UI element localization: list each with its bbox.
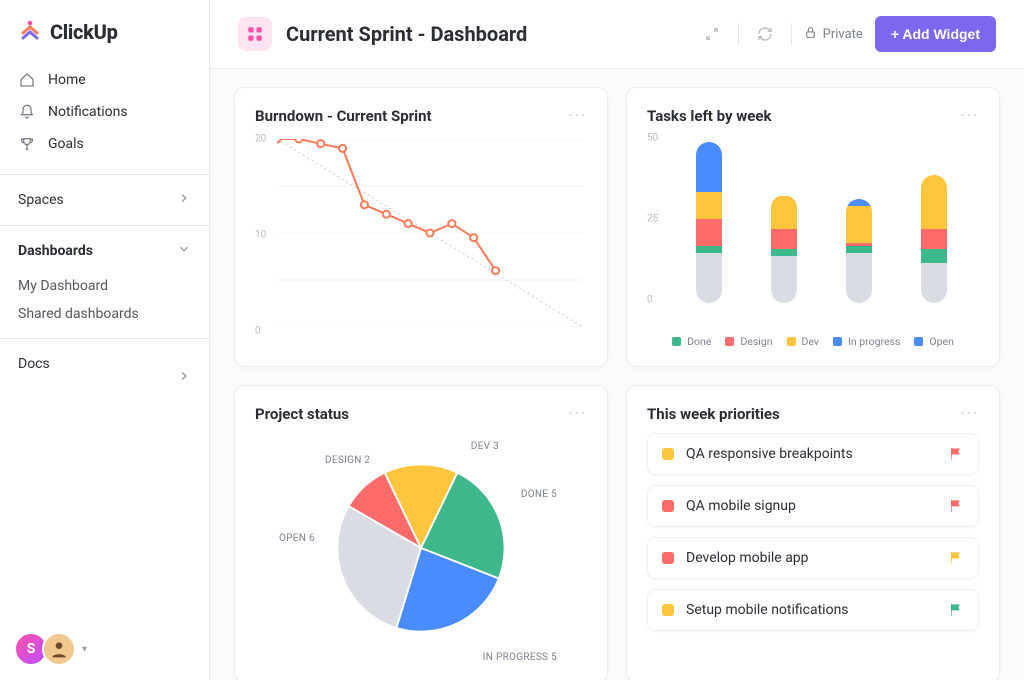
card-more-icon[interactable]: ··· [960,404,979,423]
chevron-right-icon [177,191,191,209]
flag-icon[interactable] [948,550,964,566]
flag-icon[interactable] [948,602,964,618]
home-icon [18,72,36,88]
avatar-switcher[interactable]: S ▾ [14,632,87,666]
pie-label-dev: DEV 3 [471,441,499,452]
logo-area: ClickUp [0,0,209,60]
brand-name: ClickUp [50,20,118,44]
privacy-indicator[interactable]: Private [804,26,863,43]
card-tasks-left: Tasks left by week ··· 50 25 0 Done Desig… [626,87,1000,367]
nav-notifications[interactable]: Notifications [0,96,209,128]
project-status-chart: DESIGN 2 DEV 3 DONE 5 OPEN 6 IN PROGRESS… [255,433,587,663]
primary-nav: Home Notifications Goals [0,60,209,170]
lock-icon [804,26,817,43]
card-more-icon[interactable]: ··· [960,106,979,125]
chart-legend: Done Design Dev In progress Open [647,335,979,348]
trophy-icon [18,136,36,152]
nav-goals[interactable]: Goals [0,128,209,160]
pie-label-open: OPEN 6 [279,533,315,544]
nav-home-label: Home [48,72,86,88]
bell-icon [18,104,36,120]
chevron-right-icon [177,369,191,387]
status-dot [662,448,674,460]
section-dashboards-label: Dashboards [18,243,93,259]
main: Current Sprint - Dashboard Private + Add… [210,0,1024,680]
topbar-left: Current Sprint - Dashboard [238,17,527,51]
sidebar-item-shared-dashboards[interactable]: Shared dashboards [0,300,209,328]
priority-label: Setup mobile notifications [686,602,936,618]
legend-item: Open [914,335,954,348]
user-avatar [42,632,76,666]
bar [696,142,722,303]
bar [771,195,797,303]
card-burndown: Burndown - Current Sprint ··· 20 10 0 [234,87,608,367]
card-project-status: Project status ··· DESIGN 2 DEV 3 DONE 5… [234,385,608,680]
topbar-right: Private + Add Widget [698,16,996,52]
bar [846,199,872,303]
chevron-down-icon [177,242,191,260]
burndown-chart: 20 10 0 [255,135,587,335]
tasks-left-chart: 50 25 0 [647,135,979,325]
priority-item[interactable]: Develop mobile app [647,537,979,579]
flag-icon[interactable] [948,446,964,462]
flag-icon[interactable] [948,498,964,514]
priority-list: QA responsive breakpoints QA mobile signu… [647,433,979,631]
dashboard-icon [238,17,272,51]
nav-notifications-label: Notifications [48,104,128,120]
card-more-icon[interactable]: ··· [568,106,587,125]
status-dot [662,604,674,616]
bar [921,175,947,303]
priority-label: QA responsive breakpoints [686,446,936,462]
page-title: Current Sprint - Dashboard [286,22,527,46]
section-docs[interactable]: Docs [0,343,209,385]
refresh-icon[interactable] [751,20,779,48]
divider [738,23,739,45]
priority-item[interactable]: Setup mobile notifications [647,589,979,631]
dashboard-content: Burndown - Current Sprint ··· 20 10 0 Ta… [210,69,1024,680]
priority-label: QA mobile signup [686,498,936,514]
add-widget-button[interactable]: + Add Widget [875,16,996,52]
card-title: Project status [255,405,349,423]
logo-icon [18,18,42,46]
section-spaces[interactable]: Spaces [0,179,209,221]
divider [791,23,792,45]
privacy-label: Private [823,27,863,42]
card-title: Burndown - Current Sprint [255,107,432,125]
section-docs-label: Docs [18,356,50,372]
section-dashboards[interactable]: Dashboards [0,230,209,272]
priority-label: Develop mobile app [686,550,936,566]
legend-item: Dev [787,335,819,348]
nav-goals-label: Goals [48,136,84,152]
card-more-icon[interactable]: ··· [568,404,587,423]
divider [0,338,209,339]
pie-label-design: DESIGN 2 [325,455,370,466]
divider [0,174,209,175]
status-dot [662,552,674,564]
expand-icon[interactable] [698,20,726,48]
priority-item[interactable]: QA mobile signup [647,485,979,527]
caret-down-icon: ▾ [82,644,87,655]
divider [0,225,209,226]
legend-item: Design [725,335,772,348]
status-dot [662,500,674,512]
sidebar: ClickUp Home Notifications Goals Spaces … [0,0,210,680]
priority-item[interactable]: QA responsive breakpoints [647,433,979,475]
pie-label-done: DONE 5 [521,489,557,500]
topbar: Current Sprint - Dashboard Private + Add… [210,0,1024,69]
sidebar-item-my-dashboard[interactable]: My Dashboard [0,272,209,300]
section-spaces-label: Spaces [18,192,64,208]
card-title: This week priorities [647,405,780,423]
pie-label-inprogress: IN PROGRESS 5 [483,652,557,663]
legend-item: In progress [833,335,900,348]
nav-home[interactable]: Home [0,64,209,96]
card-title: Tasks left by week [647,107,771,125]
card-priorities: This week priorities ··· QA responsive b… [626,385,1000,680]
legend-item: Done [672,335,711,348]
